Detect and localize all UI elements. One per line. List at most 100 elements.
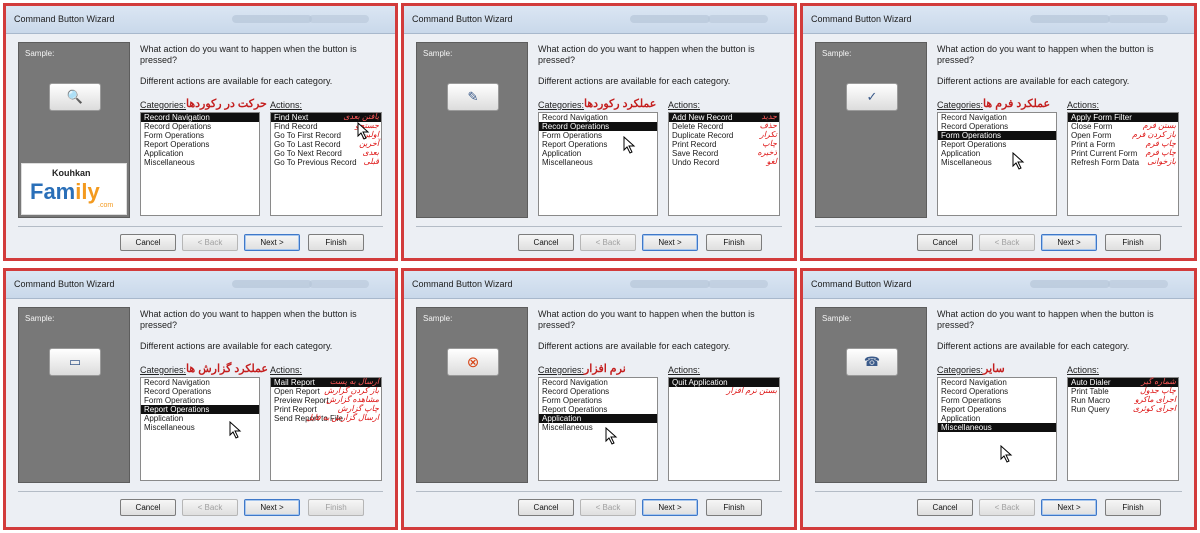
list-item[interactable]: Application: [938, 149, 1056, 158]
wizard-panel-form-operations: Command Button Wizard Sample: ✓ What act…: [800, 3, 1197, 261]
list-item-label: Record Navigation: [144, 113, 210, 122]
persian-annotation: اجرای ماکرو: [1134, 395, 1176, 404]
cancel-button[interactable]: Cancel: [120, 499, 176, 516]
titlebar-blur: [231, 15, 312, 23]
list-item[interactable]: Miscellaneous: [539, 158, 657, 167]
list-item[interactable]: Record Operations: [539, 122, 657, 131]
list-item[interactable]: Run Query اجرای کوئری: [1068, 404, 1178, 414]
finish-button[interactable]: Finish: [308, 234, 364, 251]
categories-listbox[interactable]: Record Navigation Record Operations Form O…: [937, 112, 1057, 216]
back-button[interactable]: < Back: [182, 234, 238, 251]
next-button[interactable]: Next >: [642, 499, 698, 516]
cancel-button[interactable]: Cancel: [518, 234, 574, 251]
next-button[interactable]: Next >: [1041, 234, 1097, 251]
categories-listbox[interactable]: Record Navigation Record Operations Form O…: [937, 377, 1057, 481]
categories-listbox[interactable]: Record Navigation Record Operations Form O…: [140, 112, 260, 216]
back-button[interactable]: < Back: [580, 234, 636, 251]
list-item-label: Application: [941, 414, 981, 423]
list-item[interactable]: Undo Record لغو: [669, 157, 779, 167]
back-button[interactable]: < Back: [182, 499, 238, 516]
list-item-label: Record Operations: [941, 387, 1009, 396]
persian-annotation: ارسال گزارش به فایل: [306, 413, 379, 422]
question-text: What action do you want to happen when t…: [140, 44, 357, 65]
next-button[interactable]: Next >: [642, 234, 698, 251]
list-item[interactable]: Miscellaneous: [938, 423, 1056, 432]
list-item[interactable]: Application: [539, 414, 657, 423]
actions-listbox[interactable]: Auto Dialer شماره گیر Print Table چاپ جدول R…: [1067, 377, 1179, 481]
cancel-button[interactable]: Cancel: [917, 234, 973, 251]
list-item[interactable]: Miscellaneous: [938, 158, 1056, 167]
list-item[interactable]: Application: [539, 149, 657, 158]
list-item[interactable]: Record Navigation: [141, 113, 259, 122]
list-item[interactable]: Miscellaneous: [539, 423, 657, 432]
back-button[interactable]: < Back: [580, 499, 636, 516]
list-item[interactable]: Report Operations: [938, 140, 1056, 149]
finish-button[interactable]: Finish: [1105, 499, 1161, 516]
list-item[interactable]: Save Record ذخیره: [669, 148, 779, 158]
list-item[interactable]: Record Navigation: [938, 113, 1056, 122]
categories-label: Categories:: [937, 100, 984, 110]
cancel-button[interactable]: Cancel: [518, 499, 574, 516]
list-item[interactable]: Record Navigation: [539, 378, 657, 387]
persian-annotation: قبلی: [363, 157, 379, 166]
persian-annotation: حذف: [759, 121, 777, 130]
list-item[interactable]: Form Operations: [539, 396, 657, 405]
list-item[interactable]: Form Operations: [938, 396, 1056, 405]
cancel-button[interactable]: Cancel: [917, 499, 973, 516]
finish-button[interactable]: Finish: [1105, 234, 1161, 251]
back-button[interactable]: < Back: [979, 499, 1035, 516]
mouse-cursor-icon: [1012, 152, 1025, 170]
next-button[interactable]: Next >: [244, 234, 300, 251]
actions-label: Actions:: [270, 365, 303, 375]
actions-listbox[interactable]: Quit Application بستن نرم افزار: [668, 377, 780, 481]
actions-listbox[interactable]: Apply Form Filter Close Form بستن فرم Open …: [1067, 112, 1179, 216]
list-item[interactable]: Form Operations: [539, 131, 657, 140]
info-text: Different actions are available for each…: [538, 341, 731, 351]
list-item[interactable]: Form Operations: [938, 131, 1056, 140]
finish-button[interactable]: Finish: [308, 499, 364, 516]
title-bar: Command Button Wizard: [404, 271, 794, 299]
cancel-button[interactable]: Cancel: [120, 234, 176, 251]
persian-annotation: اجرای کوئری: [1132, 404, 1176, 413]
list-item[interactable]: Report Operations: [141, 405, 259, 414]
list-item-label: Record Navigation: [542, 113, 608, 122]
list-item[interactable]: Record Navigation: [938, 378, 1056, 387]
list-item[interactable]: Record Operations: [938, 122, 1056, 131]
list-item[interactable]: Form Operations: [141, 131, 259, 140]
list-item[interactable]: Record Operations: [141, 122, 259, 131]
next-button[interactable]: Next >: [244, 499, 300, 516]
list-item[interactable]: Record Operations: [938, 387, 1056, 396]
list-item[interactable]: Miscellaneous: [141, 158, 259, 167]
sample-preview: Sample: ✎: [416, 42, 528, 218]
list-item[interactable]: Application: [938, 414, 1056, 423]
back-button[interactable]: < Back: [979, 234, 1035, 251]
categories-listbox[interactable]: Record Navigation Record Operations Form O…: [538, 112, 658, 216]
list-item[interactable]: Record Navigation: [141, 378, 259, 387]
list-item[interactable]: Report Operations: [539, 140, 657, 149]
persian-annotation: جدید: [761, 112, 777, 121]
titlebar-blur: [309, 15, 370, 23]
list-item[interactable]: Record Operations: [539, 387, 657, 396]
titlebar-blur: [708, 280, 769, 288]
list-item[interactable]: Record Operations: [141, 387, 259, 396]
list-item[interactable]: Record Navigation: [539, 113, 657, 122]
actions-listbox[interactable]: Mail Report ارسال به پست Open Report باز کر…: [270, 377, 382, 481]
finish-button[interactable]: Finish: [706, 499, 762, 516]
list-item[interactable]: Report Operations: [141, 140, 259, 149]
list-item[interactable]: Go To Previous Record قبلی: [271, 157, 381, 167]
list-item[interactable]: Refresh Form Data بازخوانی: [1068, 157, 1178, 167]
categories-listbox[interactable]: Record Navigation Record Operations Form O…: [538, 377, 658, 481]
list-item[interactable]: Report Operations: [938, 405, 1056, 414]
sample-label: Sample:: [822, 49, 852, 58]
list-item[interactable]: Report Operations: [539, 405, 657, 414]
next-button[interactable]: Next >: [1041, 499, 1097, 516]
list-item-label: Close Form: [1071, 122, 1113, 131]
list-item[interactable]: Application: [141, 149, 259, 158]
finish-button[interactable]: Finish: [706, 234, 762, 251]
list-item[interactable]: بستن نرم افزار: [669, 386, 779, 396]
list-item[interactable]: Form Operations: [141, 396, 259, 405]
categories-listbox[interactable]: Record Navigation Record Operations Form O…: [140, 377, 260, 481]
actions-listbox[interactable]: Add New Record جدید Delete Record حذف Duplic…: [668, 112, 780, 216]
list-item[interactable]: Send Report to File ارسال گزارش به فایل: [271, 413, 381, 423]
question-text: What action do you want to happen when t…: [937, 309, 1154, 330]
